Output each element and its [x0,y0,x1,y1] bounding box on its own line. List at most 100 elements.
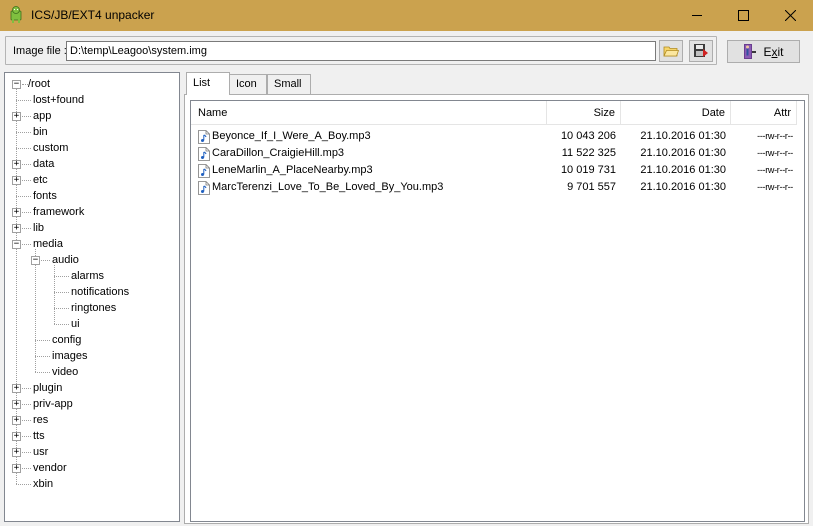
tree-connector [35,372,50,373]
tree-connector [16,100,31,101]
tree-connector [35,340,50,341]
expand-toggle[interactable]: + [12,112,21,121]
maximize-button[interactable] [720,0,766,31]
expand-toggle[interactable]: + [12,400,21,409]
audio-file-icon [198,163,210,178]
close-button[interactable] [767,0,813,31]
title-bar[interactable]: ICS/JB/EXT4 unpacker [0,0,813,31]
file-row[interactable]: LeneMarlin_A_PlaceNearby.mp3 10 019 731 21… [191,162,797,179]
expand-toggle[interactable]: + [12,160,21,169]
close-icon [784,10,796,21]
tree-item-images[interactable]: images [52,348,87,364]
tree-item-etc[interactable]: etc [33,172,48,188]
tree-item-ui[interactable]: ui [71,316,80,332]
tree-item-xbin[interactable]: xbin [33,476,53,492]
tree-item-notifications[interactable]: notifications [71,284,129,300]
tree-connector [22,436,31,437]
maximize-icon [737,10,749,21]
tree-item-lost-found[interactable]: lost+found [33,92,84,108]
expand-toggle[interactable]: + [12,176,21,185]
tree-item-lib[interactable]: lib [33,220,44,236]
folder-tree[interactable]: −/root lost+found + app bin custom + data + etc fo… [4,72,180,522]
tree-connector [16,196,31,197]
file-row[interactable]: Beyonce_If_I_Were_A_Boy.mp3 10 043 206 21.… [191,128,797,145]
file-attr: ---rw-r--r-- [757,148,793,158]
tree-connector [54,292,69,293]
collapse-toggle[interactable]: − [12,80,21,89]
tree-connector [16,132,31,133]
tree-root-label[interactable]: /root [28,76,50,92]
minimize-button[interactable] [674,0,720,31]
tree-connector [22,420,31,421]
tree-connector [16,148,31,149]
tree-item-plugin[interactable]: plugin [33,380,62,396]
tab-list[interactable]: List [186,72,230,95]
tree-item-video[interactable]: video [52,364,78,380]
tree-item-vendor[interactable]: vendor [33,460,67,476]
expand-toggle[interactable]: + [12,384,21,393]
tree-connector [22,180,31,181]
minimize-icon [691,15,702,16]
tree-item-data[interactable]: data [33,156,54,172]
tree-item-media[interactable]: media [33,236,63,252]
tree-connector [41,260,50,261]
file-name: CaraDillon_CraigieHill.mp3 [212,147,345,159]
column-header-size[interactable]: Size [547,101,621,125]
tree-item-config[interactable]: config [52,332,81,348]
image-file-input[interactable] [66,41,656,61]
exit-label: Exit [763,44,784,59]
window-title: ICS/JB/EXT4 unpacker [31,8,155,22]
open-file-button[interactable] [659,40,683,62]
exit-button[interactable]: Exit [727,40,800,63]
expand-toggle[interactable]: + [12,448,21,457]
tab-content: Name Size Date Attr Beyonce_If_I_Were_A_… [184,94,809,524]
file-size: 10 043 206 [560,130,616,142]
app-window: ICS/JB/EXT4 unpacker Image file : D:\tem… [0,0,813,526]
audio-file-icon [198,146,210,161]
file-date: 21.10.2016 01:30 [640,147,726,159]
file-attr: ---rw-r--r-- [757,131,793,141]
file-name: MarcTerenzi_Love_To_Be_Loved_By_You.mp3 [212,181,444,193]
list-header: Name Size Date Attr [191,101,797,125]
tree-connector [54,324,69,325]
file-name-cell: Beyonce_If_I_Were_A_Boy.mp3 [198,128,371,145]
column-header-name[interactable]: Name [191,101,547,125]
expand-toggle[interactable]: + [12,464,21,473]
tree-item-bin[interactable]: bin [33,124,48,140]
column-header-attr[interactable]: Attr [731,101,797,125]
file-name-cell: LeneMarlin_A_PlaceNearby.mp3 [198,162,373,179]
tree-connector [54,276,69,277]
column-header-date[interactable]: Date [621,101,731,125]
collapse-toggle[interactable]: − [31,256,40,265]
tree-item-fonts[interactable]: fonts [33,188,57,204]
tree-item-framework[interactable]: framework [33,204,84,220]
tree-connector [22,452,31,453]
file-name-cell: MarcTerenzi_Love_To_Be_Loved_By_You.mp3 [198,179,443,196]
tree-item-res[interactable]: res [33,412,48,428]
tree-connector [54,265,55,324]
tree-item-audio[interactable]: audio [52,252,79,268]
tree-item-ringtones[interactable]: ringtones [71,300,116,316]
file-list[interactable]: Name Size Date Attr Beyonce_If_I_Were_A_… [190,100,805,522]
expand-toggle[interactable]: + [12,224,21,233]
tree-item-priv-app[interactable]: priv-app [33,396,73,412]
extract-button[interactable] [689,40,713,62]
tree-item-app[interactable]: app [33,108,51,124]
tree-connector [22,404,31,405]
file-size: 10 019 731 [560,164,616,176]
tab-small[interactable]: Small [267,74,311,94]
tree-item-usr[interactable]: usr [33,444,48,460]
expand-toggle[interactable]: + [12,416,21,425]
tree-item-custom[interactable]: custom [33,140,68,156]
tree-item-alarms[interactable]: alarms [71,268,104,284]
tree-item-tts[interactable]: tts [33,428,45,444]
expand-toggle[interactable]: + [12,208,21,217]
tab-icon[interactable]: Icon [229,74,267,94]
tree-connector [54,308,69,309]
file-row[interactable]: MarcTerenzi_Love_To_Be_Loved_By_You.mp3 9… [191,179,797,196]
expand-toggle[interactable]: + [12,432,21,441]
audio-file-icon [198,129,210,144]
collapse-toggle[interactable]: − [12,240,21,249]
file-row[interactable]: CaraDillon_CraigieHill.mp3 11 522 325 21.1… [191,145,797,162]
file-size: 11 522 325 [561,147,616,159]
